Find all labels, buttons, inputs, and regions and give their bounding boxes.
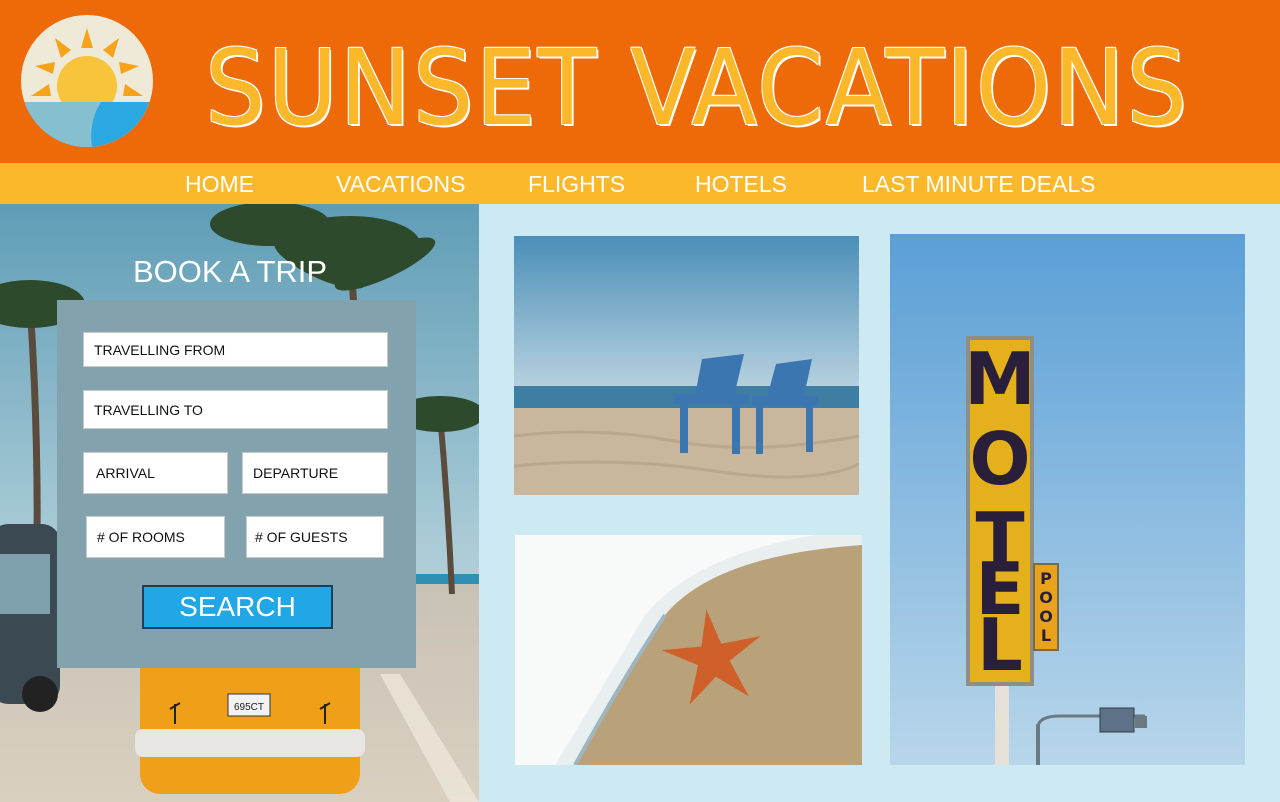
travelling-from-field[interactable]: TRAVELLING FROM [83, 332, 388, 367]
starfish-photo[interactable] [515, 535, 862, 765]
motel-sign-photo[interactable]: M O T E L P O O L [890, 234, 1245, 765]
nav-item-home[interactable]: HOME [185, 163, 254, 204]
nav-item-flights[interactable]: FLIGHTS [528, 163, 625, 204]
site-title: SUNSET VACATIONS [205, 27, 1190, 149]
site-header: SUNSET VACATIONS [0, 0, 1280, 163]
pool-letter-p: P [1040, 569, 1052, 588]
license-plate-text: 695CT [234, 702, 264, 713]
pool-letter-o2: O [1039, 607, 1053, 626]
travelling-to-field[interactable]: TRAVELLING TO [83, 390, 388, 429]
svg-text:M: M [964, 337, 1036, 421]
search-button[interactable]: SEARCH [142, 585, 333, 629]
motel-letter-o: O [969, 417, 1030, 501]
departure-field[interactable]: DEPARTURE [242, 452, 388, 494]
book-trip-title: BOOK A TRIP [132, 254, 328, 289]
motel-letter-m: M [964, 337, 1036, 421]
main-nav: HOME VACATIONS FLIGHTS HOTELS LAST MINUT… [0, 163, 1280, 204]
nav-item-last-minute-deals[interactable]: LAST MINUTE DEALS [862, 163, 1095, 204]
sun-over-sea-logo-icon[interactable] [21, 14, 153, 148]
nav-item-vacations[interactable]: VACATIONS [336, 163, 466, 204]
guests-field[interactable]: # OF GUESTS [246, 516, 384, 558]
pool-letter-o1: O [1039, 588, 1053, 607]
rooms-field[interactable]: # OF ROOMS [86, 516, 225, 558]
nav-item-hotels[interactable]: HOTELS [695, 163, 787, 204]
beach-chairs-photo[interactable] [514, 236, 859, 495]
motel-letter-l: L [977, 603, 1023, 687]
pool-letter-l: L [1041, 626, 1051, 645]
arrival-field[interactable]: ARRIVAL [83, 452, 228, 494]
